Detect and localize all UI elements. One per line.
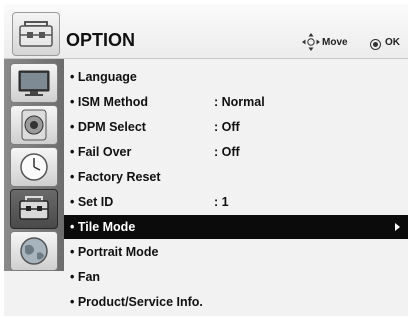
menu-item-ism-method[interactable]: • ISM Method : Normal <box>64 90 408 114</box>
menu-item-value: : Off <box>214 145 240 159</box>
ok-button-icon <box>370 39 381 50</box>
globe-icon <box>20 237 48 265</box>
menu-header: OPTION Move OK <box>4 4 408 59</box>
menu-title: OPTION <box>66 30 136 50</box>
option-list: • Language • ISM Method : Normal • DPM S… <box>64 59 408 316</box>
menu-item-set-id[interactable]: • Set ID : 1 <box>64 190 408 214</box>
move-hint-label: Move <box>322 37 348 48</box>
sidebar-item-picture[interactable] <box>10 63 58 103</box>
menu-item-label: • Tile Mode <box>70 220 136 234</box>
sidebar-item-time[interactable] <box>10 147 58 187</box>
menu-item-label: • Set ID <box>70 195 114 209</box>
menu-item-label: • Language <box>70 70 137 84</box>
sidebar-item-network[interactable] <box>10 231 58 271</box>
menu-item-label: • Fan <box>70 270 101 284</box>
option-menu-panel: OPTION Move OK • Language • ISM Method:… <box>4 4 408 316</box>
toolbox-icon <box>19 196 49 220</box>
menu-item-tile-mode[interactable]: • Tile Mode <box>64 215 408 239</box>
menu-item-value: : Off <box>214 120 240 134</box>
sidebar-item-audio[interactable] <box>10 105 58 145</box>
menu-item-label: • Fail Over <box>70 145 132 159</box>
menu-item-portrait-mode[interactable]: • Portrait Mode <box>64 240 408 264</box>
speaker-icon <box>21 109 47 141</box>
sidebar-item-option[interactable] <box>10 189 58 229</box>
ok-hint-label: OK <box>385 37 400 48</box>
category-sidebar <box>4 59 64 271</box>
menu-item-value: : Normal <box>214 95 265 109</box>
menu-item-label: • ISM Method <box>70 95 148 109</box>
menu-item-language[interactable]: • Language <box>64 65 408 89</box>
menu-item-label: • Product/Service Info. <box>70 295 203 309</box>
monitor-icon <box>18 70 50 96</box>
menu-item-label: • Factory Reset <box>70 170 161 184</box>
menu-item-dpm-select[interactable]: • DPM Select : Off <box>64 115 408 139</box>
menu-item-fan[interactable]: • Fan <box>64 265 408 289</box>
menu-item-value: : 1 <box>214 195 229 209</box>
submenu-arrow-icon <box>395 223 400 231</box>
menu-item-product-service-info[interactable]: • Product/Service Info. <box>64 290 408 314</box>
clock-icon <box>20 153 48 181</box>
toolbox-icon <box>12 12 60 56</box>
menu-item-label: • DPM Select <box>70 120 146 134</box>
menu-item-fail-over[interactable]: • Fail Over : Off <box>64 140 408 164</box>
menu-item-label: • Portrait Mode <box>70 245 159 259</box>
move-arrows-icon <box>302 33 320 51</box>
menu-item-factory-reset[interactable]: • Factory Reset <box>64 165 408 189</box>
